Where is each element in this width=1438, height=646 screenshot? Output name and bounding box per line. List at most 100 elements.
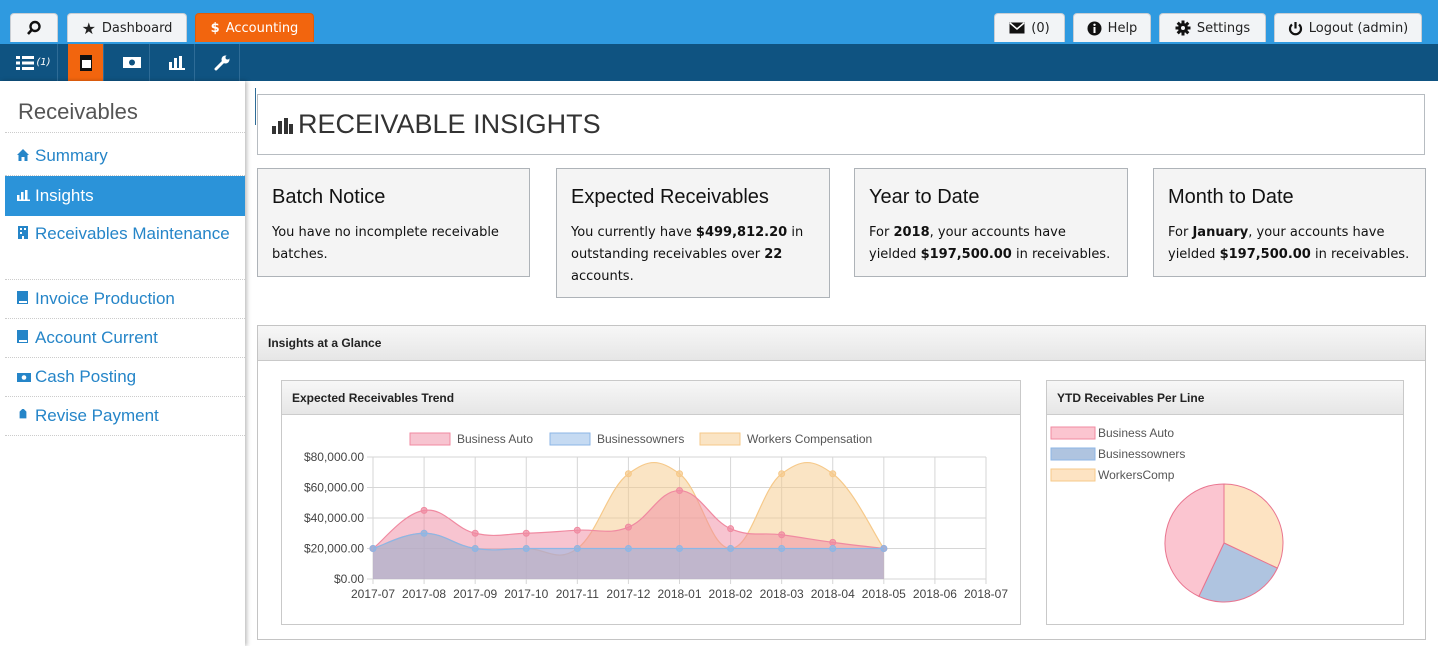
wrench-icon [214,55,229,70]
sidebar: Receivables Summary Insights Receivables… [0,81,245,646]
legend-swatch [699,432,741,446]
sidebar-item-insights[interactable]: Insights [5,176,245,216]
accounting-tab-label: Accounting [225,20,299,36]
trend-chart: $0.00 $20,000.00 $40,000.00 $60,000.00 $80,0… [304,432,1008,601]
reports-button[interactable] [159,44,195,81]
expected-receivables-trend-panel: Expected Receivables Trend $0.00 $20,000.… [281,380,1021,625]
dollar-icon: $ [210,20,220,36]
settings-label: Settings [1196,20,1251,36]
mtd-amount: $197,500.00 [1219,247,1311,262]
card-text: You currently have $499,812.20 in outsta… [571,225,804,284]
card-text: For January, your accounts have yielded … [1168,225,1410,262]
legend-label: Business Auto [457,432,533,446]
mtd-month: January [1192,225,1249,240]
card-title: Expected Receivables [571,186,769,208]
legend-label: Business Auto [1098,426,1174,440]
y-tick-label: $40,000.00 [304,511,364,525]
settings-button[interactable]: Settings [1159,13,1266,42]
sidebar-item-label: Account Current [35,328,158,347]
legend-swatch [1050,426,1096,440]
x-tick-label: 2018-01 [657,587,701,601]
card-title: Month to Date [1168,186,1294,208]
x-tick-label: 2017-11 [556,587,599,601]
chart-legend: Business Auto Businessowners Workers Compe… [409,432,872,446]
sidebar-item-account-current[interactable]: Account Current [5,319,245,357]
gear-icon [1175,20,1191,36]
x-tick-label: 2017-09 [453,587,497,601]
x-tick-label: 2018-03 [760,587,804,601]
sidebar-item-revise-payment[interactable]: Revise Payment [5,397,245,435]
money-icon [122,57,141,68]
sidebar-item-receivables-maintenance[interactable]: Receivables Maintenance [5,221,245,277]
ytd-receivables-per-line-panel: YTD Receivables Per Line Business Auto Bu… [1046,380,1404,625]
accounting-tab[interactable]: $ Accounting [195,13,314,42]
legend-swatch [1050,447,1096,461]
book-button[interactable] [68,44,104,81]
x-tick-label: 2017-12 [606,587,650,601]
sidebar-item-cash-posting[interactable]: Cash Posting [5,358,245,396]
divider [5,435,245,436]
legend-label: WorkersComp [1098,468,1175,482]
search-button[interactable] [10,13,58,42]
expected-receivables-card: Expected Receivables You currently have … [556,168,830,298]
sidebar-item-label: Revise Payment [35,406,159,425]
top-navigation-bar: ★ Dashboard $ Accounting (0) Help Settin… [0,0,1438,44]
data-point [727,525,735,533]
logout-button[interactable]: Logout (admin) [1274,13,1422,42]
ytd-year: 2018 [893,225,930,240]
help-label: Help [1107,20,1138,36]
data-point [420,506,428,514]
secondary-toolbar: (1) [0,44,1438,125]
logout-label: Logout (admin) [1308,20,1409,36]
help-button[interactable]: Help [1073,13,1151,42]
data-point [369,545,377,552]
data-point [624,470,632,478]
data-point [624,523,632,531]
list-badge: (1) [36,57,51,68]
data-point [471,545,479,552]
data-point [624,545,632,552]
data-point [829,538,837,546]
bar-chart-icon [272,118,293,134]
money-icon [17,359,35,397]
y-tick-label: $60,000.00 [304,481,364,495]
messages-button[interactable]: (0) [994,13,1065,42]
page-header: RECEIVABLE INSIGHTS [257,94,1425,155]
tag-icon [17,398,35,436]
tools-button[interactable] [204,44,240,81]
building-icon [17,225,35,245]
dashboard-tab[interactable]: ★ Dashboard [67,13,187,42]
data-point [676,487,683,495]
data-point [727,545,735,552]
x-tick-label: 2018-07 [964,587,1008,601]
sidebar-item-label: Insights [35,186,94,205]
batch-notice-card: Batch Notice You have no incomplete rece… [257,168,530,277]
sidebar-item-label: Summary [35,146,108,165]
data-point [522,545,530,552]
money-button[interactable] [114,44,150,81]
messages-count: (0) [1031,20,1050,36]
outstanding-amount: $499,812.20 [695,225,788,240]
ytd-amount: $197,500.00 [920,247,1012,262]
year-to-date-card: Year to Date For 2018, your accounts hav… [854,168,1128,277]
info-icon [1087,21,1102,35]
document-icon [17,320,35,358]
data-point [573,545,581,552]
x-tick-label: 2017-07 [351,587,395,601]
x-tick-label: 2018-04 [811,587,855,601]
legend-label: Businessowners [597,432,684,446]
x-tick-label: 2018-06 [913,587,957,601]
sidebar-item-summary[interactable]: Summary [5,136,245,175]
list-menu-button[interactable]: (1) [10,44,58,81]
data-point [778,531,786,539]
sidebar-item-invoice-production[interactable]: Invoice Production [5,280,245,318]
x-tick-label: 2018-05 [862,587,906,601]
card-title: Batch Notice [272,186,386,208]
account-count: 22 [764,247,783,262]
bar-chart-icon [168,55,185,70]
bar-chart-icon [17,177,35,217]
data-point [420,529,428,537]
star-icon: ★ [81,18,96,38]
card-text: You have no incomplete receivable batche… [272,225,499,262]
data-point [829,545,837,552]
